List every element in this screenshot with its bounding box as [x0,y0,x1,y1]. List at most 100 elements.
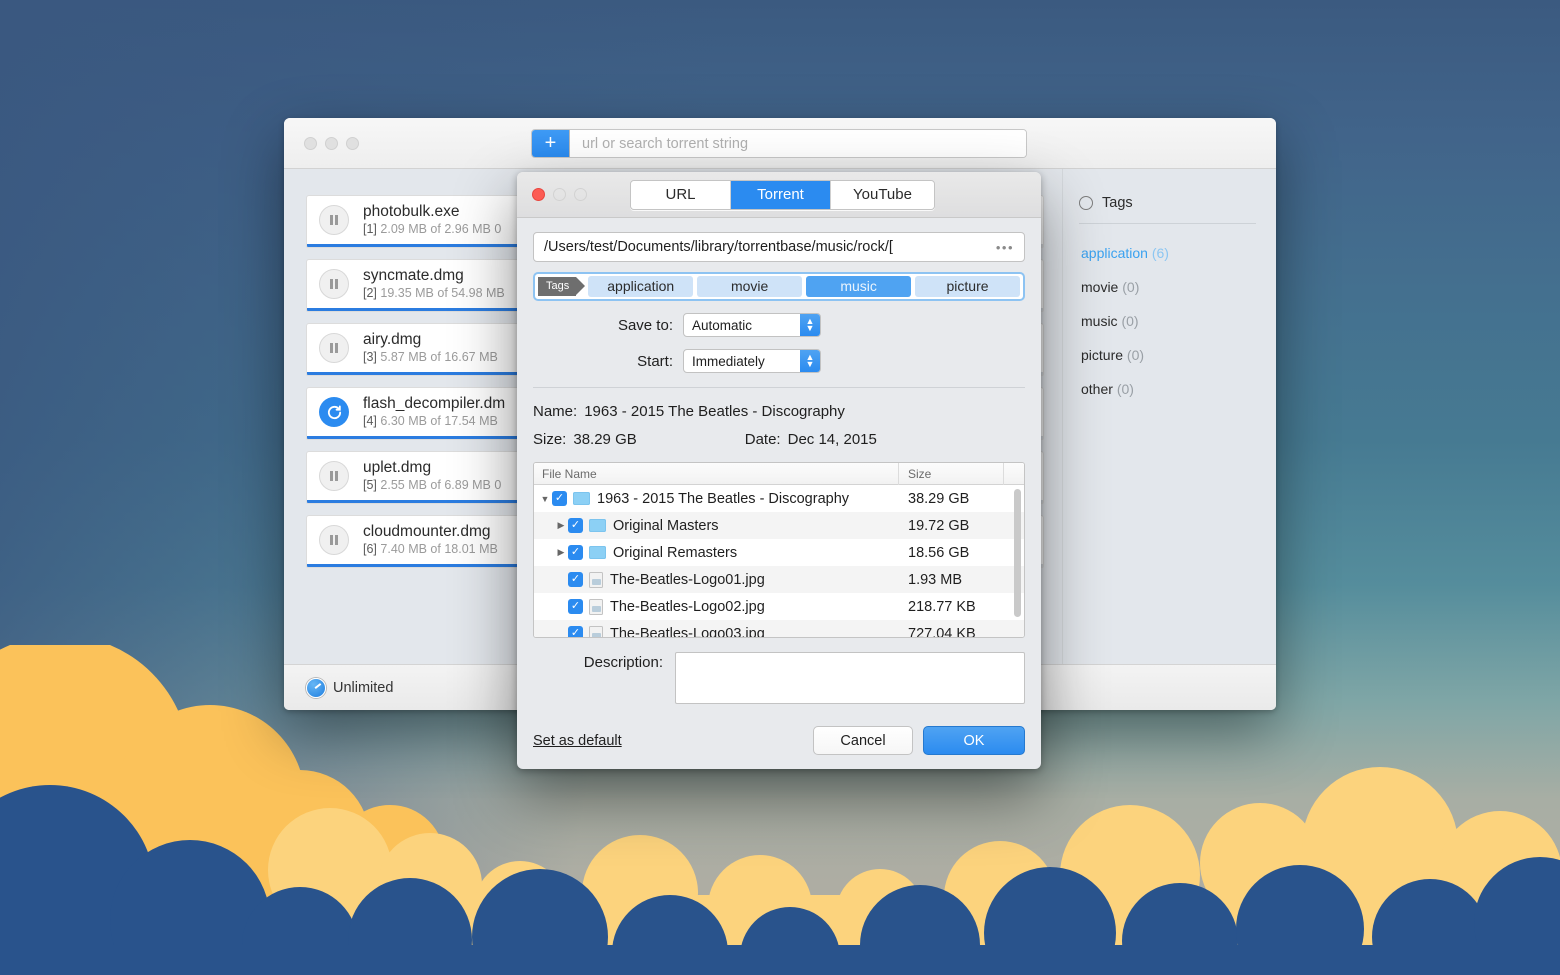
file-table-scrollbar[interactable] [1014,489,1021,617]
description-label: Description: [533,652,675,674]
add-torrent-dialog: URL Torrent YouTube /Users/test/Document… [517,172,1041,769]
start-value: Immediately [684,354,800,369]
tag-count: (0) [1121,313,1138,329]
cancel-button[interactable]: Cancel [813,726,913,755]
file-table: File Name Size ▼ ✓ 1963 - 2015 The Beatl… [533,462,1025,638]
column-header-file-name[interactable]: File Name [534,463,899,485]
sidebar-tag-picture[interactable]: picture (0) [1079,338,1256,372]
row-checkbox[interactable]: ✓ [568,545,583,560]
start-row: Start: Immediately ▲▼ [533,349,1025,373]
download-progress-text: 6.30 MB of 17.54 MB [380,414,497,428]
sidebar-tag-other[interactable]: other (0) [1079,372,1256,406]
torrent-name-value: 1963 - 2015 The Beatles - Discography [584,398,845,426]
description-input[interactable] [675,652,1025,704]
divider [1079,223,1256,224]
image-file-icon [589,599,603,615]
dialog-tag-picture[interactable]: picture [915,276,1020,297]
ellipsis-icon[interactable]: ••• [990,240,1014,255]
torrent-size-label: Size: [533,426,566,454]
close-button[interactable] [304,137,317,150]
window-titlebar: + [284,118,1276,169]
file-name: 1963 - 2015 The Beatles - Discography [597,491,849,507]
sidebar-tag-application[interactable]: application (6) [1079,236,1256,270]
table-row[interactable]: ✓ The-Beatles-Logo01.jpg 1.93 MB [534,566,1024,593]
file-table-header: File Name Size [534,463,1024,485]
ok-button[interactable]: OK [923,726,1025,755]
save-to-select[interactable]: Automatic ▲▼ [683,313,821,337]
refresh-icon[interactable] [319,397,349,427]
file-size: 18.56 GB [899,545,1004,561]
dialog-close-button[interactable] [532,188,545,201]
disclosure-triangle-closed-icon[interactable]: ▶ [554,547,568,558]
window-traffic-lights [284,137,359,150]
pause-icon[interactable] [319,333,349,363]
torrent-size-date-row: Size: 38.29 GB Date: Dec 14, 2015 [533,426,1025,454]
tag-count: (0) [1127,347,1144,363]
tags-chip-label: Tags [538,277,576,296]
tag-count: (0) [1117,381,1134,397]
download-index: [3] [363,350,377,364]
tab-youtube[interactable]: YouTube [831,181,934,209]
dialog-zoom-button[interactable] [574,188,587,201]
tab-url[interactable]: URL [631,181,731,209]
download-index: [6] [363,542,377,556]
download-progress-text: 19.35 MB of 54.98 MB [380,286,504,300]
dialog-tag-music[interactable]: music [806,276,911,297]
tag-label: application [1081,245,1148,261]
pause-icon[interactable] [319,525,349,555]
pause-icon[interactable] [319,205,349,235]
folder-icon [589,546,606,559]
table-row[interactable]: ✓ The-Beatles-Logo02.jpg 218.77 KB [534,593,1024,620]
download-index: [1] [363,222,377,236]
start-select[interactable]: Immediately ▲▼ [683,349,821,373]
row-checkbox[interactable]: ✓ [568,518,583,533]
sidebar-tag-music[interactable]: music (0) [1079,304,1256,338]
search-bar: + [531,129,1027,158]
torrent-path-value: /Users/test/Documents/library/torrentbas… [544,239,893,255]
download-progress-text: 5.87 MB of 16.67 MB [380,350,497,364]
torrent-name-label: Name: [533,398,577,426]
dialog-minimize-button[interactable] [553,188,566,201]
set-as-default-link[interactable]: Set as default [533,733,622,749]
table-row[interactable]: ▶ ✓ Original Remasters 18.56 GB [534,539,1024,566]
torrent-metadata: Name: 1963 - 2015 The Beatles - Discogra… [517,388,1041,454]
add-download-button[interactable]: + [532,130,570,157]
folder-icon [573,492,590,505]
sidebar-tag-movie[interactable]: movie (0) [1079,270,1256,304]
row-checkbox[interactable]: ✓ [568,626,583,637]
row-checkbox[interactable]: ✓ [568,572,583,587]
tag-label: picture [1081,347,1123,363]
table-row[interactable]: ▼ ✓ 1963 - 2015 The Beatles - Discograph… [534,485,1024,512]
speed-limit-label[interactable]: Unlimited [333,680,393,696]
dialog-tag-movie[interactable]: movie [697,276,802,297]
chevron-updown-icon[interactable]: ▲▼ [800,314,820,336]
minimize-button[interactable] [325,137,338,150]
file-table-body: ▼ ✓ 1963 - 2015 The Beatles - Discograph… [534,485,1024,637]
dialog-tag-application[interactable]: application [588,276,693,297]
torrent-size-value: 38.29 GB [573,426,636,454]
pause-icon[interactable] [319,461,349,491]
save-to-value: Automatic [684,318,800,333]
column-header-size[interactable]: Size [899,463,1004,485]
dialog-top-section: /Users/test/Documents/library/torrentbas… [517,218,1041,373]
search-input[interactable] [570,130,1026,157]
zoom-button[interactable] [346,137,359,150]
desktop-background: + photobulk.exe [1] 2.09 MB of 2.96 MB 0 [0,0,1560,975]
chevron-updown-icon[interactable]: ▲▼ [800,350,820,372]
table-row[interactable]: ✓ The-Beatles-Logo03.jpg 727.04 KB [534,620,1024,637]
table-row[interactable]: ▶ ✓ Original Masters 19.72 GB [534,512,1024,539]
dialog-traffic-lights [517,188,587,201]
disclosure-triangle-closed-icon[interactable]: ▶ [554,520,568,531]
tag-label: other [1081,381,1113,397]
dialog-tags-selector: Tags application movie music picture [533,272,1025,301]
disclosure-triangle-open-icon[interactable]: ▼ [538,494,552,504]
torrent-path-field[interactable]: /Users/test/Documents/library/torrentbas… [533,232,1025,262]
source-type-tabs: URL Torrent YouTube [630,180,935,210]
download-index: [5] [363,478,377,492]
file-name: The-Beatles-Logo03.jpg [610,626,765,638]
tab-torrent[interactable]: Torrent [731,181,831,209]
pause-icon[interactable] [319,269,349,299]
row-checkbox[interactable]: ✓ [552,491,567,506]
row-checkbox[interactable]: ✓ [568,599,583,614]
speedometer-icon[interactable] [306,678,326,698]
